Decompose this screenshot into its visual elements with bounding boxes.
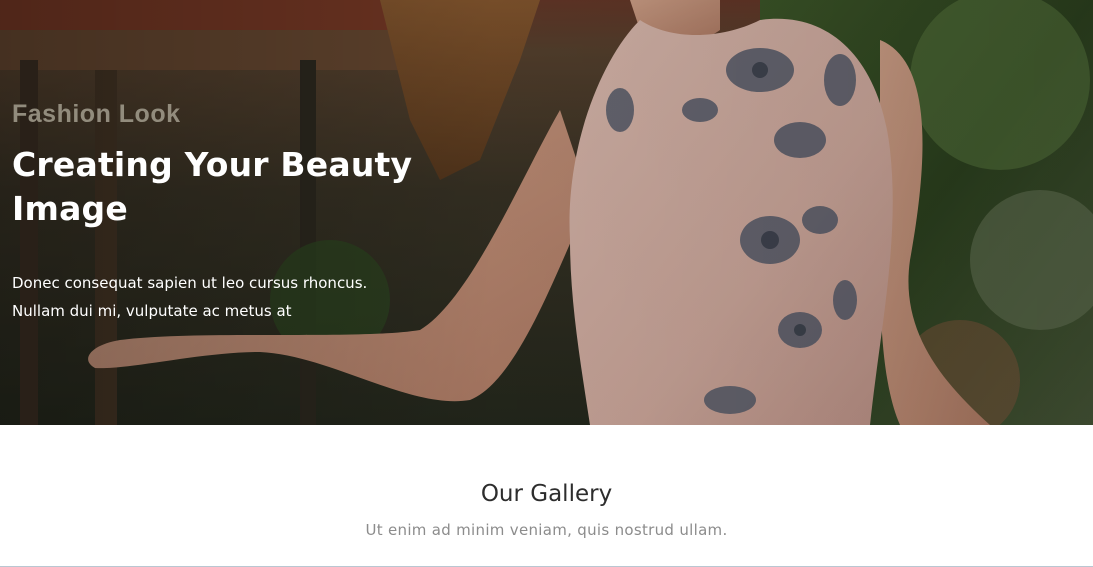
hero-title: Creating Your Beauty Image xyxy=(12,145,413,228)
hero-description: Donec consequat sapien ut leo cursus rho… xyxy=(12,274,368,320)
hero-kicker: Fashion Look xyxy=(12,100,181,128)
hero-banner: Fashion Look Creating Your Beauty Image … xyxy=(0,0,1093,425)
gallery-title: Our Gallery xyxy=(480,481,613,507)
gallery-section: Our Gallery Ut enim ad minim veniam, qui… xyxy=(0,425,1093,567)
hero-text-block: Fashion Look Creating Your Beauty Image … xyxy=(12,100,432,325)
gallery-subtitle: Ut enim ad minim veniam, quis nostrud ul… xyxy=(365,521,728,539)
